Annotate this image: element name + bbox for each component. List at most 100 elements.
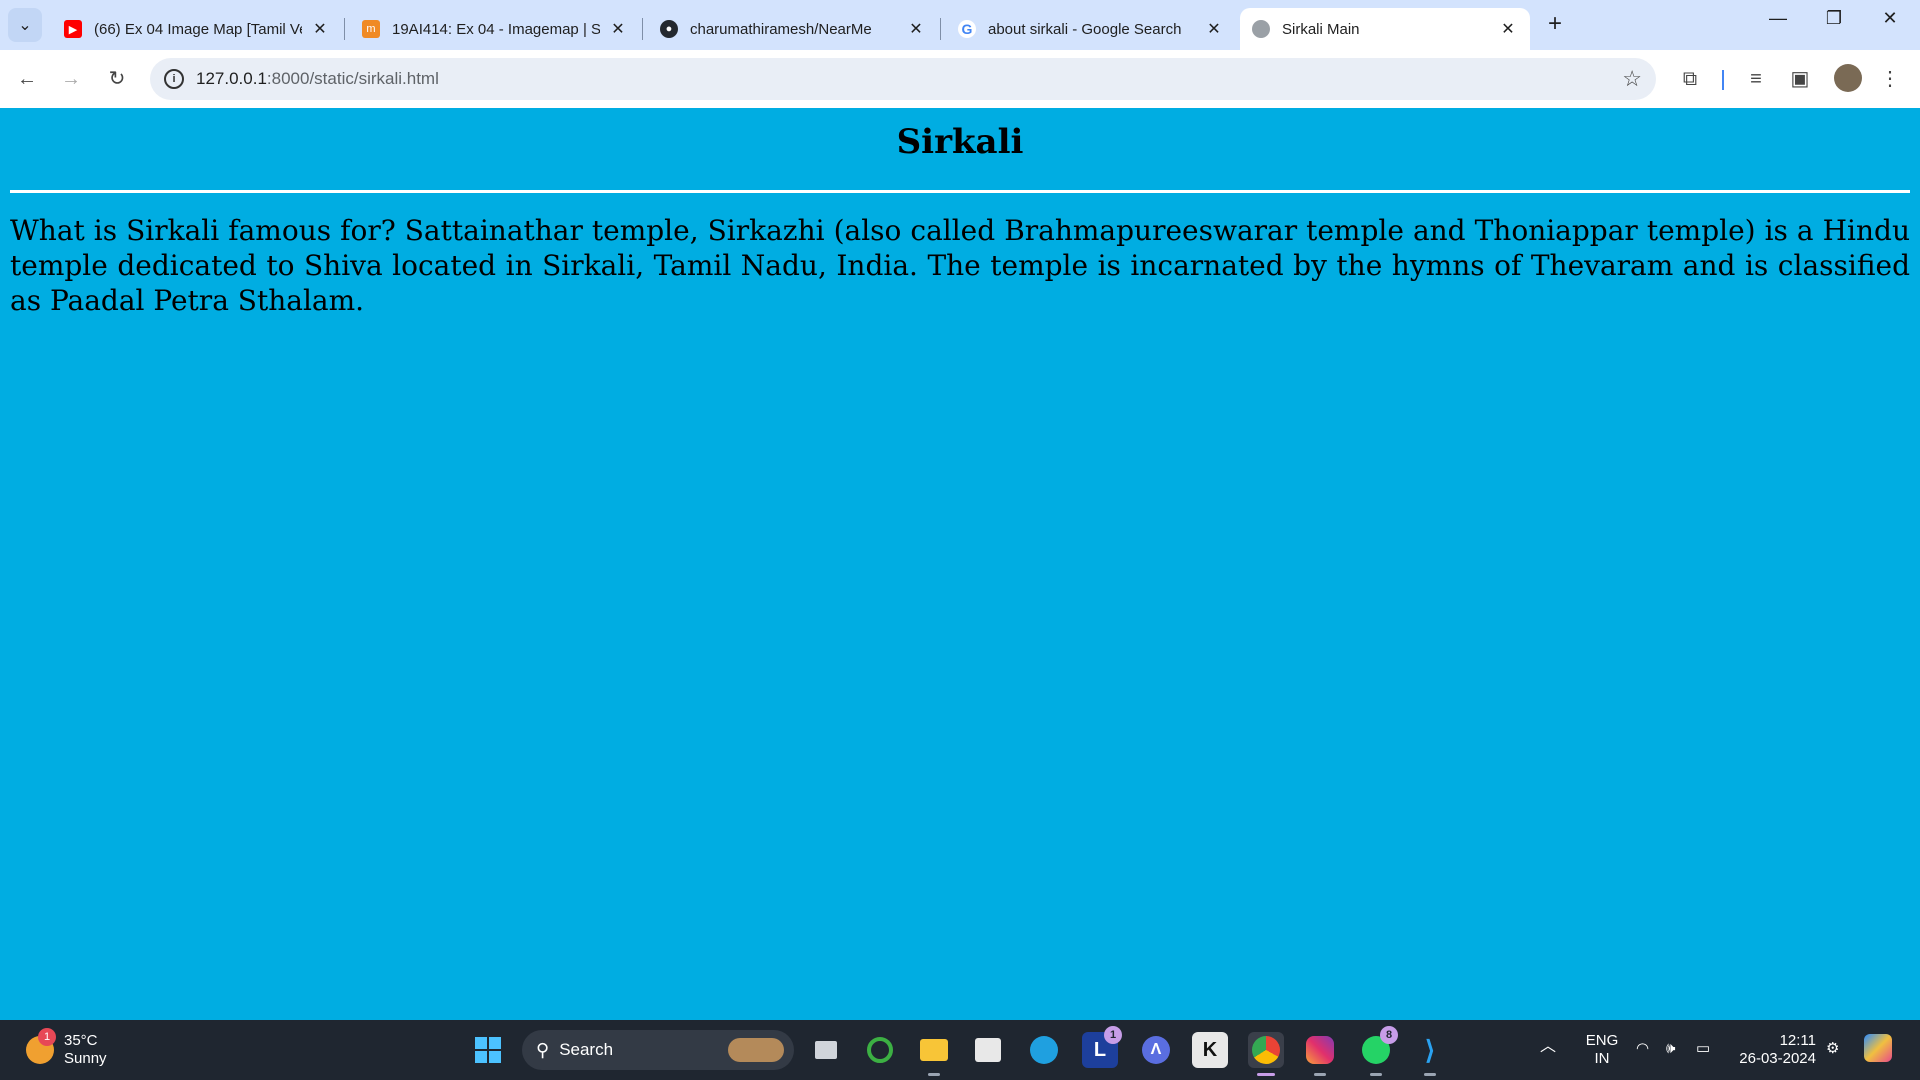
tab-title: Sirkali Main [1282, 20, 1360, 38]
wifi-icon[interactable]: ◠ [1636, 1040, 1649, 1058]
arrow-right-icon: → [61, 68, 81, 90]
toolbar-divider [1722, 70, 1724, 90]
clock[interactable]: 12:11 26-03-2024 [1736, 1032, 1816, 1068]
address-bar[interactable]: i 127.0.0.1:8000/static/sirkali.html ☆ [150, 58, 1656, 100]
k-icon: K [1202, 1038, 1218, 1061]
running-indicator [1370, 1073, 1382, 1076]
chevron-up-icon: ︿ [1540, 1038, 1557, 1055]
weather-temp: 35°C [64, 1032, 98, 1049]
forward-button[interactable]: → [56, 64, 86, 94]
back-button[interactable]: ← [12, 64, 42, 94]
search-highlight-image [728, 1038, 784, 1062]
browser-toolbar: ← → ↻ i 127.0.0.1:8000/static/sirkali.ht… [0, 50, 1920, 108]
arrow-left-icon: ← [17, 68, 37, 90]
clock-time: 12:11 [1779, 1032, 1816, 1049]
google-icon: G [958, 20, 976, 38]
edge-button[interactable] [1026, 1032, 1062, 1068]
whatsapp-button[interactable]: 8 [1358, 1026, 1398, 1076]
new-tab-button[interactable]: + [1540, 10, 1570, 38]
plus-icon: + [1547, 10, 1562, 37]
app-green-ring[interactable] [862, 1032, 898, 1068]
chrome-button[interactable] [1248, 1032, 1284, 1076]
close-icon[interactable]: ✕ [310, 19, 330, 39]
tab-title: about sirkali - Google Search [988, 20, 1182, 38]
tab-strip: ⌄ ▶ (66) Ex 04 Image Map [Tamil Ve ✕ m 1… [0, 0, 1920, 50]
page-content: Sirkali What is Sirkali famous for? Satt… [0, 108, 1920, 1020]
github-icon: ● [660, 20, 678, 38]
active-indicator [1257, 1073, 1275, 1076]
divider [10, 190, 1910, 193]
restore-button[interactable]: ❐ [1814, 8, 1854, 29]
taskbar-search[interactable]: ⚲ Search [522, 1030, 794, 1070]
tab-github[interactable]: ● charumathiramesh/NearMe ✕ [648, 8, 938, 50]
running-indicator [1314, 1073, 1326, 1076]
start-button[interactable] [470, 1032, 506, 1068]
menu-kebab-icon[interactable]: ⋮ [1876, 65, 1904, 93]
task-view-icon [815, 1041, 837, 1059]
chrome-icon [1252, 1036, 1280, 1064]
tab-google[interactable]: G about sirkali - Google Search ✕ [946, 8, 1236, 50]
instagram-button[interactable] [1302, 1032, 1338, 1076]
ring-icon [867, 1037, 893, 1063]
reload-icon: ↻ [108, 68, 126, 90]
close-icon[interactable]: ✕ [906, 19, 926, 39]
tab-search-button[interactable]: ⌄ [8, 8, 42, 42]
reload-button[interactable]: ↻ [102, 64, 132, 94]
globe-icon [1252, 20, 1270, 38]
url-text[interactable]: 127.0.0.1:8000/static/sirkali.html [196, 69, 439, 89]
store-icon [975, 1038, 1001, 1062]
profile-avatar[interactable] [1834, 64, 1862, 92]
tab-title: 19AI414: Ex 04 - Imagemap | SE [392, 20, 600, 38]
tab-title: (66) Ex 04 Image Map [Tamil Ve [94, 20, 302, 38]
sun-icon: 1 [26, 1028, 56, 1064]
file-explorer-button[interactable] [916, 1032, 952, 1076]
tab-youtube[interactable]: ▶ (66) Ex 04 Image Map [Tamil Ve ✕ [52, 8, 342, 50]
copilot-icon[interactable] [1864, 1034, 1892, 1062]
minimize-icon: — [1769, 8, 1787, 28]
edge-icon [1030, 1036, 1058, 1064]
microsoft-store-button[interactable] [970, 1032, 1006, 1068]
url-host: 127.0.0.1 [196, 69, 267, 88]
notification-badge: 8 [1380, 1026, 1398, 1044]
battery-icon[interactable]: ▭ [1696, 1040, 1710, 1058]
close-icon: ✕ [1882, 8, 1898, 28]
app-a-button[interactable]: Λ [1138, 1032, 1174, 1068]
side-panel-icon[interactable]: ▣ [1786, 65, 1814, 93]
a-icon: Λ [1142, 1036, 1170, 1064]
instagram-icon [1306, 1036, 1334, 1064]
notification-bell-icon[interactable]: ⚙ [1826, 1040, 1839, 1058]
language-indicator[interactable]: ENG IN [1582, 1032, 1622, 1068]
notification-badge: 1 [38, 1028, 56, 1046]
chevron-down-icon: ⌄ [18, 17, 32, 34]
volume-icon[interactable]: 🕪 [1666, 1040, 1675, 1058]
tray-overflow-button[interactable]: ︿ [1540, 1038, 1556, 1056]
l-icon: L [1093, 1038, 1107, 1061]
app-l-button[interactable]: L1 [1082, 1026, 1122, 1068]
extensions-icon[interactable]: ⧉ [1676, 65, 1704, 93]
notification-badge: 1 [1104, 1026, 1122, 1044]
close-icon[interactable]: ✕ [1498, 19, 1518, 39]
vscode-button[interactable]: ⟩ [1412, 1032, 1448, 1076]
minimize-button[interactable]: — [1758, 8, 1798, 29]
search-label: Search [559, 1040, 614, 1059]
tab-title: charumathiramesh/NearMe [690, 20, 872, 38]
youtube-icon: ▶ [64, 20, 82, 38]
tab-separator [940, 18, 941, 40]
vscode-icon: ⟩ [1424, 1034, 1436, 1065]
app-k-button[interactable]: K [1192, 1032, 1228, 1068]
tab-moodle[interactable]: m 19AI414: Ex 04 - Imagemap | SE ✕ [350, 8, 640, 50]
close-window-button[interactable]: ✕ [1870, 8, 1910, 29]
restore-icon: ❐ [1825, 8, 1843, 28]
weather-widget[interactable]: 1 35°C Sunny [26, 1028, 107, 1068]
task-view-button[interactable] [808, 1032, 844, 1068]
bookmark-star-icon[interactable]: ☆ [1622, 66, 1642, 92]
running-indicator [1424, 1073, 1436, 1076]
weather-condition: Sunny [64, 1050, 107, 1067]
media-control-icon[interactable]: ≡ [1742, 65, 1770, 93]
page-title: Sirkali [896, 122, 1024, 162]
close-icon[interactable]: ✕ [1204, 19, 1224, 39]
windows-icon [475, 1037, 501, 1063]
site-info-icon[interactable]: i [164, 69, 184, 89]
close-icon[interactable]: ✕ [608, 19, 628, 39]
tab-sirkali-main[interactable]: Sirkali Main ✕ [1240, 8, 1530, 50]
